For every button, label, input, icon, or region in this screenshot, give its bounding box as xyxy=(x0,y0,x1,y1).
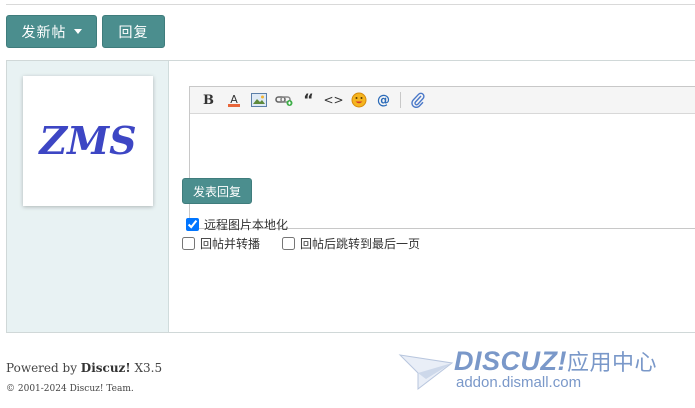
bold-icon[interactable]: B xyxy=(196,90,221,110)
repost-option[interactable]: 回帖并转播 xyxy=(182,235,260,252)
jump-last-page-checkbox[interactable] xyxy=(282,237,295,250)
top-divider xyxy=(6,4,695,5)
new-post-button[interactable]: 发新帖 xyxy=(6,15,97,48)
attachment-icon[interactable] xyxy=(405,90,430,110)
user-sidebar: ZMS xyxy=(7,61,169,332)
remote-image-label: 远程图片本地化 xyxy=(204,218,289,232)
submit-reply-button[interactable]: 发表回复 xyxy=(182,178,252,204)
avatar-zms-logo: ZMS xyxy=(37,118,136,163)
mention-icon[interactable]: @ xyxy=(371,90,396,110)
powered-brand-link[interactable]: Discuz! xyxy=(81,361,131,375)
reply-label: 回复 xyxy=(118,24,149,41)
watermark-brand: DISCUZ!应用中心 xyxy=(454,346,658,376)
powered-version: X3.5 xyxy=(130,361,163,375)
jump-last-page-option[interactable]: 回帖后跳转到最后一页 xyxy=(282,235,420,252)
copyright: © 2001-2024 Discuz! Team. xyxy=(6,384,134,394)
smiley-icon[interactable] xyxy=(346,90,371,110)
powered-prefix: Powered by xyxy=(6,361,81,375)
reply-textarea[interactable] xyxy=(190,114,695,228)
jump-last-page-label: 回帖后跳转到最后一页 xyxy=(300,237,421,251)
paper-plane-icon xyxy=(398,354,454,391)
editor-toolbar: B A “ <> @ xyxy=(190,87,695,114)
caret-down-icon xyxy=(73,29,82,34)
reply-button[interactable]: 回复 xyxy=(102,15,165,48)
toolbar-divider xyxy=(400,92,401,108)
submit-reply-label: 发表回复 xyxy=(192,184,241,199)
new-post-label: 发新帖 xyxy=(21,24,67,41)
image-icon[interactable] xyxy=(246,90,271,110)
powered-by: Powered by Discuz! X3.5 xyxy=(6,361,162,375)
code-icon[interactable]: <> xyxy=(321,90,346,110)
watermark-url: addon.dismall.com xyxy=(456,374,582,391)
repost-checkbox[interactable] xyxy=(182,237,195,250)
quick-reply-panel: ZMS B A “ <> @ xyxy=(6,60,695,333)
discuz-addon-watermark: DISCUZ!应用中心 addon.dismall.com xyxy=(398,345,683,397)
link-icon[interactable] xyxy=(271,90,296,110)
remote-image-checkbox[interactable] xyxy=(186,218,199,231)
font-color-icon[interactable]: A xyxy=(221,90,246,110)
reply-editor: B A “ <> @ xyxy=(189,86,695,229)
avatar-text: ZMS xyxy=(37,118,136,163)
quote-icon[interactable]: “ xyxy=(296,90,321,110)
remote-image-option[interactable]: 远程图片本地化 xyxy=(186,216,288,233)
repost-label: 回帖并转播 xyxy=(200,237,261,251)
avatar: ZMS xyxy=(23,76,153,206)
